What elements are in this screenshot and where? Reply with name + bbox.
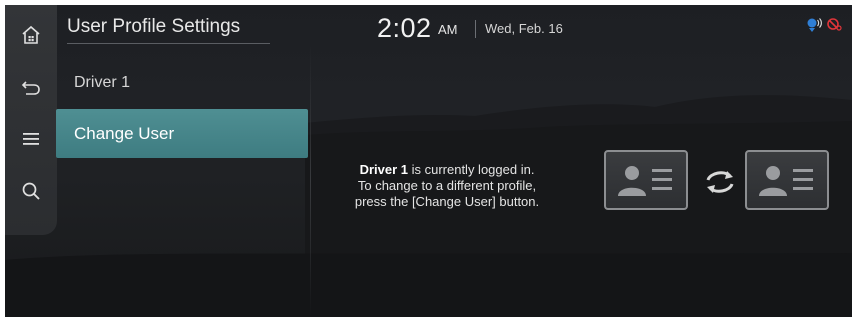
icon-rail bbox=[5, 5, 57, 235]
infotainment-screen: User Profile Settings Driver 1 Change Us… bbox=[5, 5, 852, 317]
back-icon bbox=[21, 81, 40, 95]
message-line-2: To change to a different profile, bbox=[357, 178, 537, 193]
panel-divider bbox=[310, 45, 311, 317]
back-button[interactable] bbox=[5, 61, 57, 113]
profile-card-right bbox=[745, 150, 829, 210]
list-item-change-user[interactable]: Change User bbox=[56, 109, 308, 158]
clock-time: 2:02 bbox=[377, 13, 432, 43]
status-separator bbox=[475, 20, 476, 38]
user-profile-icon bbox=[618, 166, 672, 196]
menu-icon bbox=[23, 133, 39, 145]
menu-button[interactable] bbox=[5, 113, 57, 165]
search-icon bbox=[22, 182, 40, 200]
mic-muted-icon bbox=[827, 18, 842, 31]
search-button[interactable] bbox=[5, 165, 57, 217]
home-button[interactable] bbox=[5, 9, 57, 61]
background-landscape bbox=[5, 95, 852, 317]
status-icons bbox=[805, 17, 842, 33]
current-driver-name: Driver 1 bbox=[359, 162, 408, 177]
clock-ampm: AM bbox=[438, 22, 458, 37]
page-title: User Profile Settings bbox=[67, 16, 241, 37]
login-status-message: Driver 1 is currently logged in. To chan… bbox=[317, 162, 577, 210]
profile-card-left bbox=[604, 150, 688, 210]
status-date: Wed, Feb. 16 bbox=[485, 21, 563, 36]
voice-recognition-icon bbox=[807, 18, 822, 32]
home-icon bbox=[22, 25, 40, 44]
user-profile-icon bbox=[759, 166, 813, 196]
message-line-1: is currently logged in. bbox=[407, 162, 535, 177]
swap-arrows-icon bbox=[706, 171, 734, 193]
list-item-driver-1[interactable]: Driver 1 bbox=[56, 58, 308, 107]
message-line-3: press the [Change User] button. bbox=[354, 194, 540, 209]
title-divider bbox=[67, 43, 270, 44]
